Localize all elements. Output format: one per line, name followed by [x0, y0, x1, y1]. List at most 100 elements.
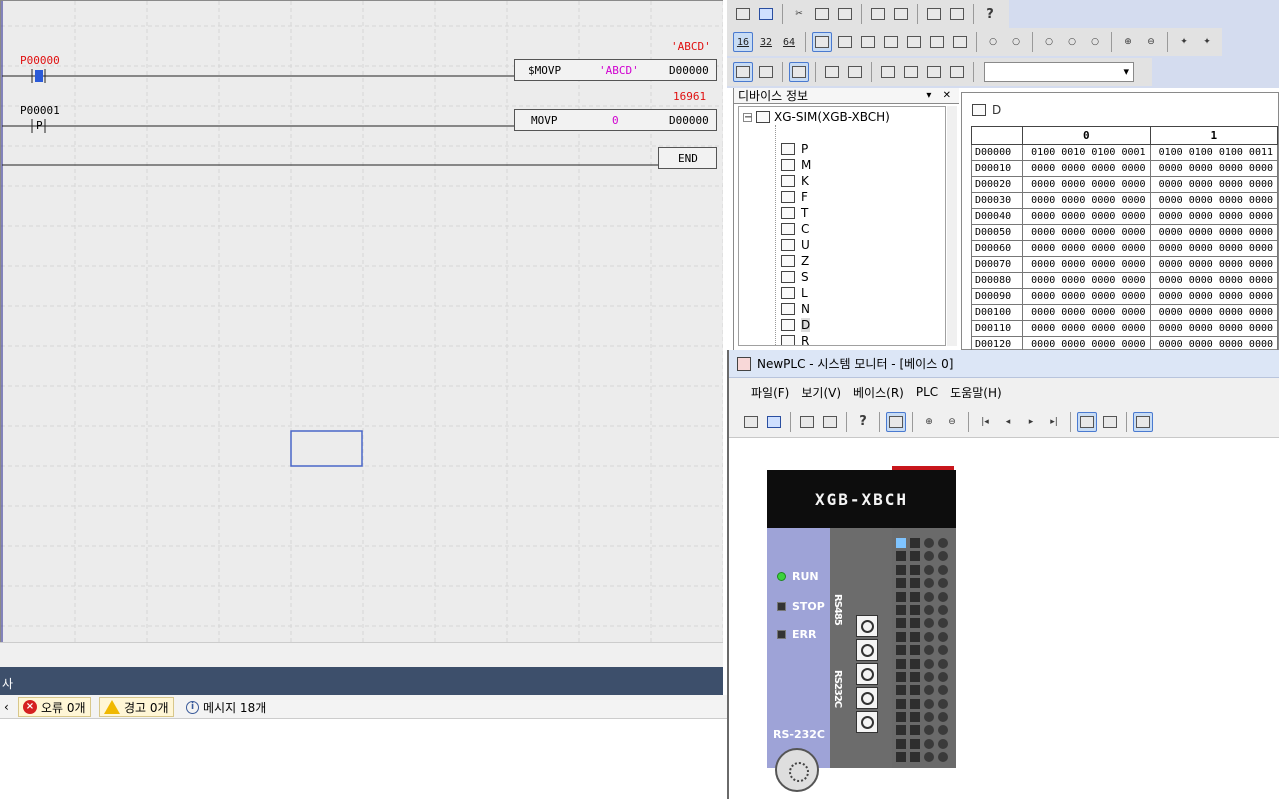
monitor-icon[interactable] — [886, 411, 906, 432]
tree-item-m[interactable]: M — [781, 157, 811, 173]
erase-icon[interactable] — [891, 4, 911, 24]
monitor-pause-icon[interactable] — [756, 62, 776, 82]
tree-root[interactable]: − XG-SIM(XGB-XBCH) — [743, 109, 890, 125]
cascade-icon[interactable] — [878, 62, 898, 82]
reset-icon[interactable]: ○ — [1085, 32, 1105, 52]
menu-file[interactable]: 파일(F) — [751, 384, 789, 401]
monitor-start-icon[interactable] — [1077, 411, 1097, 432]
messages-tab[interactable]: i 메시지 18개 — [182, 697, 270, 717]
one-zero-icon[interactable]: ○ — [1006, 32, 1026, 52]
monitor-on-icon[interactable] — [733, 62, 753, 82]
open-icon[interactable] — [741, 412, 761, 432]
table-row[interactable]: D00050 0000 0000 0000 0000 0000 0000 0000 … — [970, 224, 1279, 241]
bits-32-button[interactable]: 32 — [756, 32, 776, 52]
zoom-out-icon[interactable]: ⊖ — [942, 412, 962, 432]
chevron-left-icon[interactable]: ‹ — [0, 697, 13, 717]
tree-item-c[interactable]: C — [781, 221, 809, 237]
arrange-icon[interactable] — [947, 62, 967, 82]
print-preview-icon[interactable] — [820, 412, 840, 432]
tree-item-s[interactable]: S — [781, 269, 809, 285]
tree-item-n[interactable]: N — [781, 301, 810, 317]
zoom-in-icon[interactable]: ⊕ — [1118, 32, 1138, 52]
help-icon[interactable]: ? — [853, 412, 873, 432]
open-icon[interactable] — [733, 4, 753, 24]
tree-item-d[interactable]: D — [781, 317, 811, 333]
table-row[interactable]: D00010 0000 0000 0000 0000 0000 0000 0000 … — [970, 160, 1279, 177]
zoom-in-icon[interactable]: ⊕ — [919, 412, 939, 432]
signed-decimal-icon[interactable] — [881, 32, 901, 52]
save-icon[interactable] — [756, 4, 776, 24]
tree-item-k[interactable]: K — [781, 173, 809, 189]
plc-module[interactable]: XGB-XBCH RUN STOP ERR RS-232C RS485 RS23… — [767, 466, 956, 792]
tree-item-u[interactable]: U — [781, 237, 810, 253]
warnings-tab[interactable]: 경고 0개 — [99, 697, 174, 717]
special-module-icon[interactable] — [845, 62, 865, 82]
binary-format-icon[interactable] — [812, 32, 832, 52]
tree-item-z[interactable]: Z — [781, 253, 809, 269]
tree-item-l[interactable]: L — [781, 285, 808, 301]
force-icon[interactable]: ○ — [1039, 32, 1059, 52]
table-row[interactable]: D00020 0000 0000 0000 0000 0000 0000 0000 … — [970, 176, 1279, 193]
menu-view[interactable]: 보기(V) — [801, 384, 841, 401]
tree-item-r[interactable]: R — [781, 333, 809, 345]
print-icon[interactable] — [924, 4, 944, 24]
table-row[interactable]: D00000 0100 0010 0100 0001 0100 0100 0100 … — [970, 144, 1279, 161]
save-icon[interactable] — [764, 412, 784, 432]
device-tree-scrollbar[interactable] — [947, 106, 957, 346]
cut-icon[interactable]: ✂ — [789, 4, 809, 24]
table-row[interactable]: D00080 0000 0000 0000 0000 0000 0000 0000 … — [970, 272, 1279, 289]
tree-item-p[interactable]: P — [781, 141, 808, 157]
table-row[interactable]: D00070 0000 0000 0000 0000 0000 0000 0000 … — [970, 256, 1279, 273]
table-row[interactable]: D00030 0000 0000 0000 0000 0000 0000 0000 … — [970, 192, 1279, 209]
text-format-icon[interactable] — [950, 32, 970, 52]
panel-controls[interactable]: ▾ ✕ — [926, 90, 955, 101]
print-preview-icon[interactable] — [947, 4, 967, 24]
decimal-format-icon[interactable] — [858, 32, 878, 52]
module-info-icon[interactable] — [1133, 411, 1153, 432]
copy-icon[interactable] — [812, 4, 832, 24]
help-icon[interactable]: ? — [980, 4, 1000, 24]
network-add-icon[interactable]: ✦ — [1174, 32, 1194, 52]
on-off-icon[interactable]: ○ — [983, 32, 1003, 52]
table-row[interactable]: D00110 0000 0000 0000 0000 0000 0000 0000 … — [970, 320, 1279, 337]
hex-format-icon[interactable] — [904, 32, 924, 52]
table-row[interactable]: D00090 0000 0000 0000 0000 0000 0000 0000 … — [970, 288, 1279, 305]
ladder-editor[interactable]: P00000 P00001 P 'ABCD' 16961 $MOVP 'ABCD… — [0, 0, 723, 642]
table-row[interactable]: D00060 0000 0000 0000 0000 0000 0000 0000 … — [970, 240, 1279, 257]
bits-64-button[interactable]: 64 — [779, 32, 799, 52]
tree-item-f[interactable]: F — [781, 189, 808, 205]
bcd-format-icon[interactable] — [835, 32, 855, 52]
bits-16-button[interactable]: 16 — [733, 32, 753, 52]
menu-plc[interactable]: PLC — [916, 385, 938, 399]
tile-horizontal-icon[interactable] — [901, 62, 921, 82]
system-monitor-titlebar[interactable]: NewPLC - 시스템 모니터 - [베이스 0] — [729, 350, 1279, 378]
delete-icon[interactable] — [868, 4, 888, 24]
next-icon[interactable]: ▸ — [1021, 412, 1041, 432]
table-row[interactable]: D00040 0000 0000 0000 0000 0000 0000 0000 … — [970, 208, 1279, 225]
horizontal-scrollbar[interactable] — [0, 642, 723, 667]
tree-item-t[interactable]: T — [781, 205, 808, 221]
instruction-box-smovp[interactable]: $MOVP 'ABCD' D00000 — [514, 59, 717, 81]
last-icon[interactable]: ▸| — [1044, 412, 1064, 432]
real-format-icon[interactable] — [927, 32, 947, 52]
set-icon[interactable]: ○ — [1062, 32, 1082, 52]
device-tree[interactable]: − XG-SIM(XGB-XBCH) PMKFTCUZSLNDRZR — [738, 106, 946, 346]
monitor-stop-icon[interactable] — [1100, 412, 1120, 432]
instruction-box-movp[interactable]: MOVP 0 D00000 — [514, 109, 717, 131]
menu-help[interactable]: 도움말(H) — [950, 384, 1002, 401]
menu-base[interactable]: 베이스(R) — [853, 384, 904, 401]
tile-vertical-icon[interactable] — [924, 62, 944, 82]
first-icon[interactable]: |◂ — [975, 412, 995, 432]
window-select-dropdown[interactable] — [984, 62, 1134, 82]
print-icon[interactable] — [797, 412, 817, 432]
zoom-out-icon[interactable]: ⊖ — [1141, 32, 1161, 52]
collapse-icon[interactable]: − — [743, 112, 752, 122]
paste-icon[interactable] — [835, 4, 855, 24]
system-monitor-icon[interactable] — [789, 62, 809, 82]
errors-tab[interactable]: × 오류 0개 — [18, 697, 91, 717]
previous-icon[interactable]: ◂ — [998, 412, 1018, 432]
device-monitor-icon[interactable] — [822, 62, 842, 82]
network-remove-icon[interactable]: ✦ — [1197, 32, 1217, 52]
table-row[interactable]: D00100 0000 0000 0000 0000 0000 0000 0000 … — [970, 304, 1279, 321]
end-instruction[interactable]: END — [658, 147, 717, 169]
